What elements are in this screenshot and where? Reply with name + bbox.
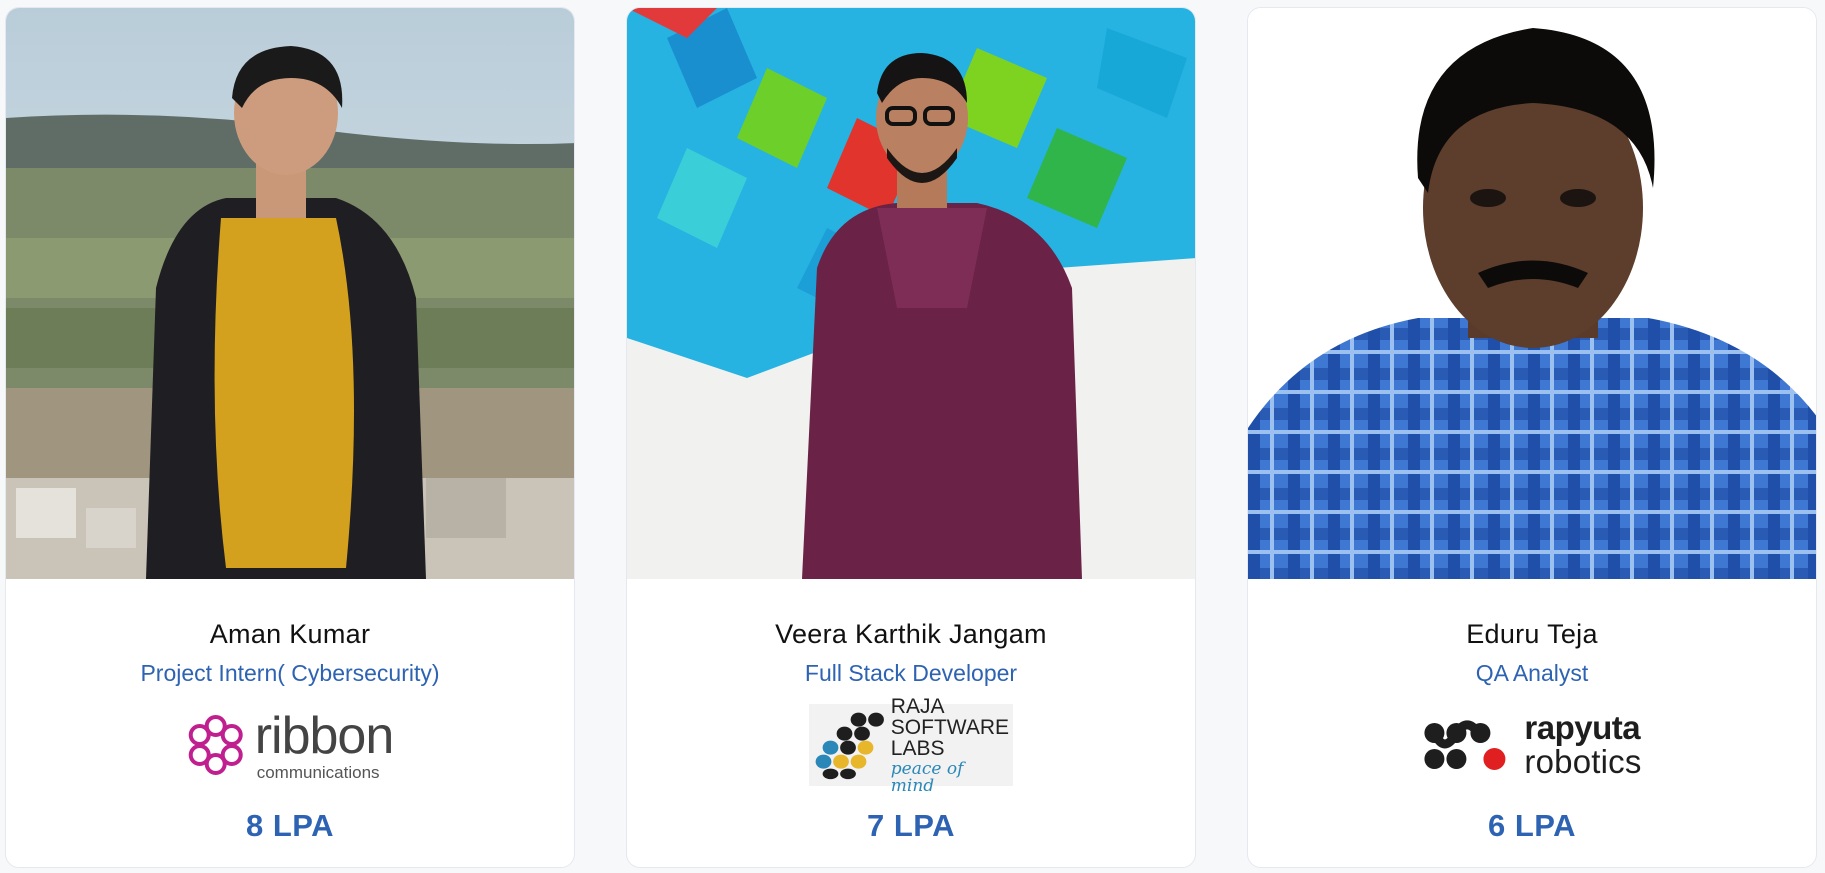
job-role: QA Analyst bbox=[1475, 660, 1589, 686]
placement-card[interactable]: Eduru Teja QA Analyst rapyuta robotics 6… bbox=[1247, 7, 1817, 868]
company-logo: ribbon communications bbox=[187, 700, 394, 790]
salary-package: 8 LPA bbox=[245, 808, 335, 843]
raja-logo-tagline: peace of mind bbox=[890, 758, 964, 796]
person-name: Veera Karthik Jangam bbox=[775, 619, 1047, 649]
profile-photo-illustration bbox=[6, 8, 574, 579]
raja-logo-line: LABS bbox=[890, 736, 945, 760]
job-role: Project Intern( Cybersecurity) bbox=[140, 660, 440, 686]
raja-logo-line: RAJA bbox=[890, 694, 945, 718]
profile-photo-illustration bbox=[627, 8, 1195, 579]
placement-card[interactable]: Veera Karthik Jangam Full Stack Develope… bbox=[626, 7, 1196, 868]
profile-photo bbox=[1248, 8, 1816, 579]
rapyuta-icon bbox=[1424, 720, 1506, 770]
ribbon-logo-sub: communications bbox=[256, 762, 380, 782]
dot-grid-icon bbox=[815, 712, 884, 780]
company-logo: RAJA SOFTWARE LABS peace of mind bbox=[809, 696, 1013, 794]
ribbon-circle-icon bbox=[188, 715, 243, 775]
company-logo: rapyuta robotics bbox=[1422, 700, 1641, 790]
rapyuta-logo-word: rapyuta bbox=[1524, 709, 1641, 747]
profile-photo-illustration bbox=[1248, 8, 1816, 579]
person-name: Eduru Teja bbox=[1466, 619, 1598, 649]
job-role: Full Stack Developer bbox=[804, 660, 1018, 686]
person-name: Aman Kumar bbox=[209, 619, 371, 649]
placement-cards-grid: Aman Kumar Project Intern( Cybersecurity… bbox=[0, 0, 1825, 873]
ribbon-logo-word: ribbon bbox=[254, 706, 395, 765]
profile-photo bbox=[6, 8, 574, 579]
placement-card[interactable]: Aman Kumar Project Intern( Cybersecurity… bbox=[5, 7, 575, 868]
salary-package: 7 LPA bbox=[866, 808, 956, 843]
rapyuta-logo-sub: robotics bbox=[1524, 743, 1642, 780]
salary-package: 6 LPA bbox=[1487, 808, 1577, 843]
profile-photo bbox=[627, 8, 1195, 579]
raja-logo-line: SOFTWARE bbox=[890, 715, 1009, 739]
